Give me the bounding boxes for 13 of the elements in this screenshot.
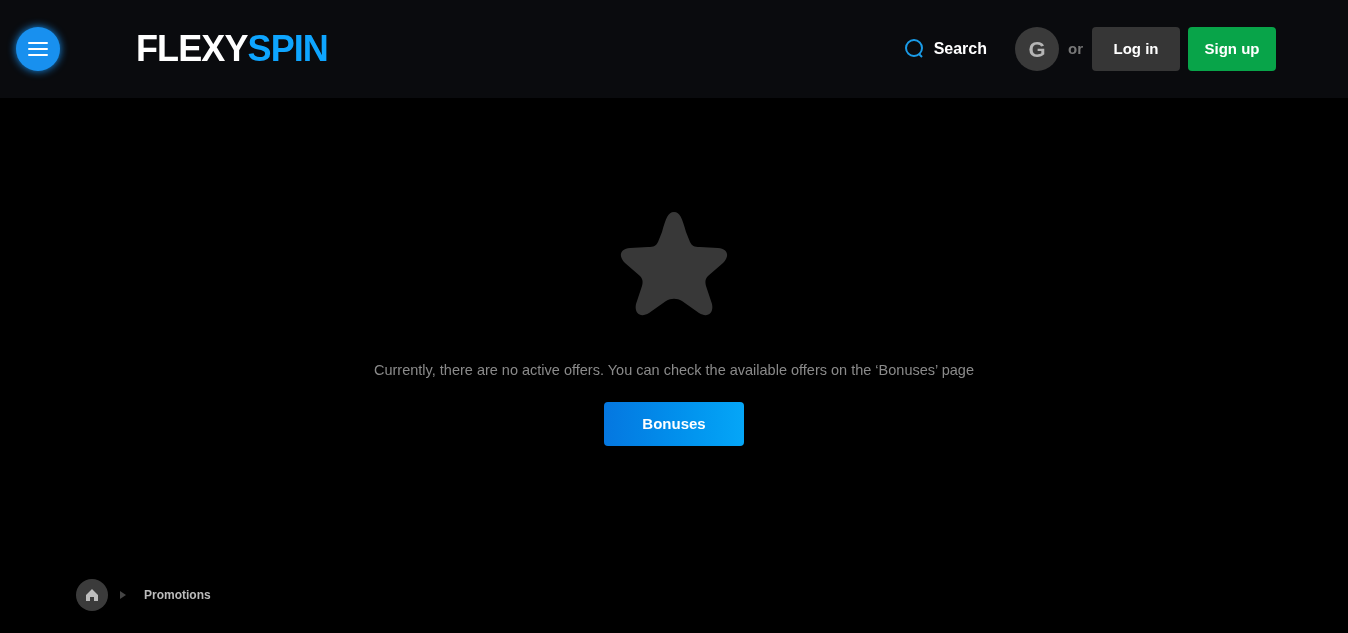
menu-icon [28, 41, 48, 57]
google-login-button[interactable]: G [1015, 27, 1059, 71]
search-icon [903, 38, 926, 60]
search-button[interactable]: Search [903, 37, 987, 61]
logo[interactable]: FLEXYSPIN [136, 22, 328, 76]
home-icon [85, 588, 99, 602]
menu-button[interactable] [16, 27, 60, 71]
home-button[interactable] [76, 579, 108, 611]
login-button[interactable]: Log in [1092, 27, 1180, 71]
or-label: or [1068, 38, 1083, 59]
chevron-icon [120, 591, 126, 599]
empty-message: Currently, there are no active offers. You can check the available offers on the ‘Bonuses’ page [374, 361, 974, 380]
breadcrumb-link[interactable]: Promotions [144, 586, 211, 604]
